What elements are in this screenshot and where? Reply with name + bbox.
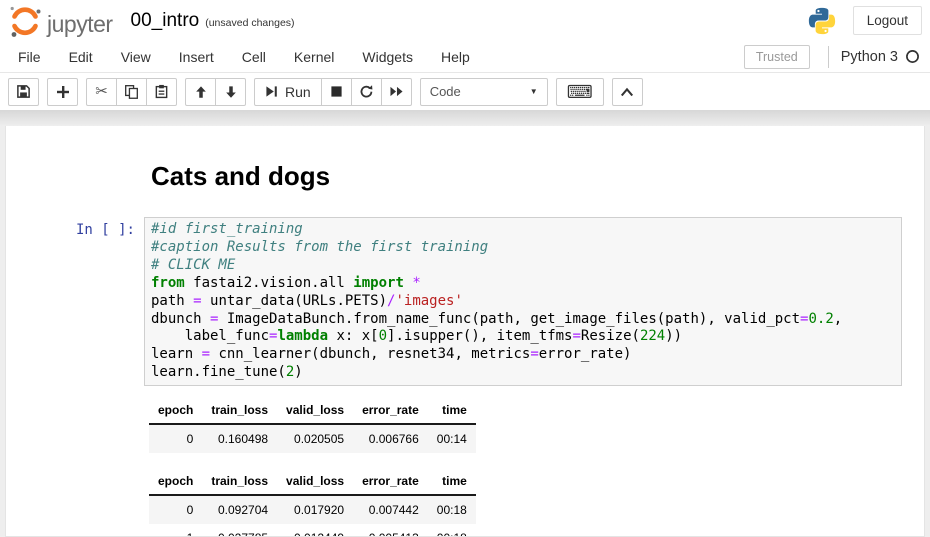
run-button[interactable]: Run [254,78,322,106]
code-line: path = untar_data(URLs.PETS)/'images' [151,293,895,311]
training-table-2: epoch train_loss valid_loss error_rate t… [149,469,476,537]
restart-run-all-button[interactable] [381,78,412,106]
table-header-row: epoch train_loss valid_loss error_rate t… [149,398,476,424]
restart-kernel-button[interactable] [351,78,382,106]
menu-widgets[interactable]: Widgets [348,42,427,72]
table-row: 1 0.027785 0.012449 0.005413 00:18 [149,524,476,537]
menu-kernel[interactable]: Kernel [280,42,348,72]
training-table-1: epoch train_loss valid_loss error_rate t… [149,398,476,453]
table-header-row: epoch train_loss valid_loss error_rate t… [149,469,476,495]
menu-file[interactable]: File [4,42,55,72]
table-row: 0 0.092704 0.017920 0.007442 00:18 [149,495,476,524]
stop-icon [330,85,343,98]
insert-cell-below-button[interactable] [47,78,78,106]
keyboard-icon: ⌨ [567,83,593,101]
code-line: #caption Results from the first training [151,239,895,257]
input-prompt: In [ ]: [6,217,144,386]
menu-cell[interactable]: Cell [228,42,280,72]
jupyter-logo[interactable]: jupyter [8,3,113,39]
step-forward-icon [265,85,278,98]
top-bar: jupyter 00_intro (unsaved changes) Logou… [0,0,930,41]
col-time: time [428,398,476,424]
kernel-idle-circle-icon [905,49,920,64]
jupyter-logo-icon [8,3,42,39]
toolbar: ✂ [0,73,930,110]
menu-help[interactable]: Help [427,42,484,72]
add-cell-icon [56,85,70,99]
col-error-rate: error_rate [353,469,428,495]
copy-cells-button[interactable] [116,78,147,106]
notebook-title[interactable]: 00_intro [131,10,200,32]
menu-insert[interactable]: Insert [165,42,228,72]
col-train-loss: train_loss [202,398,277,424]
col-train-loss: train_loss [202,469,277,495]
cut-cells-button[interactable]: ✂ [86,78,117,106]
scroll-up-button[interactable] [612,78,643,106]
col-error-rate: error_rate [353,398,428,424]
col-time: time [428,469,476,495]
cell-type-select[interactable]: Code ▼ [420,78,548,106]
code-editor[interactable]: #id first_training #caption Results from… [144,217,902,386]
dropdown-caret-icon: ▼ [530,87,538,96]
col-valid-loss: valid_loss [277,469,353,495]
interrupt-kernel-button[interactable] [321,78,352,106]
chevron-up-icon [620,86,634,98]
command-palette-button[interactable]: ⌨ [556,78,604,106]
move-cell-up-button[interactable] [185,78,216,106]
paste-cells-button[interactable] [146,78,177,106]
save-button[interactable] [8,78,39,106]
code-line: label_func=lambda x: x[0].isupper(), ite… [151,328,895,346]
code-line: #id first_training [151,221,895,239]
kernel-name: Python 3 [841,49,898,65]
fast-forward-icon [389,85,404,98]
move-down-icon [224,85,238,99]
code-line: learn.fine_tune(2) [151,364,895,382]
col-valid-loss: valid_loss [277,398,353,424]
notebook-page: Cats and dogs In [ ]: #id first_training… [5,126,925,537]
code-line: learn = cnn_learner(dbunch, resnet34, me… [151,346,895,364]
restart-icon [359,84,374,99]
jupyter-logo-text: jupyter [47,13,113,39]
copy-icon [124,84,139,99]
trusted-button[interactable]: Trusted [744,45,810,69]
col-epoch: epoch [149,398,202,424]
checkpoint-status: (unsaved changes) [205,13,294,29]
run-button-label: Run [285,84,311,100]
markdown-heading[interactable]: Cats and dogs [151,161,902,192]
cut-icon: ✂ [95,84,108,99]
header-shadow [0,110,930,126]
notebook-site: Cats and dogs In [ ]: #id first_training… [0,126,930,537]
code-line: dbunch = ImageDataBunch.from_name_func(p… [151,311,895,329]
output-area: epoch train_loss valid_loss error_rate t… [149,398,924,537]
code-cell: In [ ]: #id first_training #caption Resu… [6,217,924,386]
move-up-icon [194,85,208,99]
divider [828,46,829,68]
cell-type-value: Code [430,84,461,99]
code-line: # CLICK ME [151,257,895,275]
python-logo-icon [807,6,837,36]
table-row: 0 0.160498 0.020505 0.006766 00:14 [149,424,476,453]
code-line: from fastai2.vision.all import * [151,275,895,293]
menu-edit[interactable]: Edit [55,42,107,72]
menu-view[interactable]: View [107,42,165,72]
col-epoch: epoch [149,469,202,495]
save-icon [16,84,31,99]
logout-button[interactable]: Logout [853,6,922,35]
move-cell-down-button[interactable] [215,78,246,106]
menu-bar: File Edit View Insert Cell Kernel Widget… [0,41,930,73]
paste-icon [154,84,169,99]
